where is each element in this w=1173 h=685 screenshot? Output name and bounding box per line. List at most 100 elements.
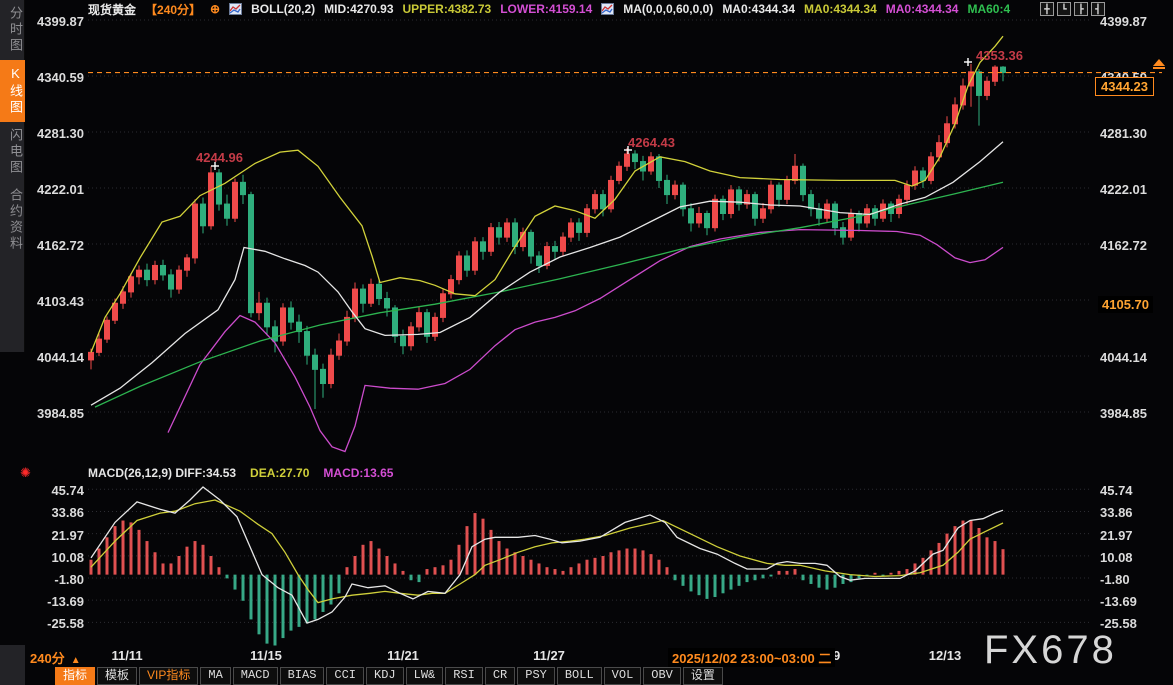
toolbar-button-RSI[interactable]: RSI bbox=[445, 667, 483, 685]
y-axis-label: 3984.85 bbox=[1100, 406, 1170, 422]
scale-right-axis-icon[interactable]: ┣ bbox=[1074, 2, 1088, 16]
main-candlestick-chart[interactable]: 4244.96 4264.43 4353.36 bbox=[88, 18, 1173, 462]
toolbar-button-PSY[interactable]: PSY bbox=[517, 667, 555, 685]
scale-left-axis-icon[interactable]: ┗ bbox=[1057, 2, 1071, 16]
y-axis-label: 4340.59 bbox=[30, 70, 84, 86]
y-axis-label: 45.74 bbox=[1100, 483, 1170, 499]
y-axis-label: 4044.14 bbox=[30, 350, 84, 366]
y-axis-label: 21.97 bbox=[1100, 528, 1170, 544]
toolbar-button-BOLL[interactable]: BOLL bbox=[557, 667, 602, 685]
date-tick-label: 11/21 bbox=[387, 648, 419, 663]
toolbar-button-指标[interactable]: 指标 bbox=[55, 667, 95, 685]
indicator-value-label: MID:4270.93 bbox=[324, 2, 393, 16]
candles bbox=[89, 64, 1006, 409]
toolbar-button-VIP指标[interactable]: VIP指标 bbox=[139, 667, 198, 685]
macd-value-label: MACD:13.65 bbox=[323, 466, 393, 482]
toolbar-button-BIAS[interactable]: BIAS bbox=[280, 667, 325, 685]
y-axis-label: 4044.14 bbox=[1100, 350, 1170, 366]
indicator-value-label: BOLL(20,2) bbox=[251, 2, 315, 16]
y-axis-label: 4162.72 bbox=[1100, 238, 1170, 254]
toolbar-button-CCI[interactable]: CCI bbox=[326, 667, 364, 685]
toolbar-button-KDJ[interactable]: KDJ bbox=[366, 667, 404, 685]
sidebar-item-3[interactable]: 合约资料 bbox=[0, 182, 25, 258]
add-circle-icon[interactable]: ⊕ bbox=[210, 2, 220, 16]
y-axis-label: 21.97 bbox=[30, 528, 84, 544]
toolbar-button-模板[interactable]: 模板 bbox=[97, 667, 137, 685]
y-axis-label: -25.58 bbox=[30, 616, 84, 632]
scroll-to-latest-icon[interactable] bbox=[1152, 59, 1166, 69]
y-axis-label: -1.80 bbox=[30, 572, 84, 588]
indicator-value-label: MA0:4344.34 bbox=[722, 2, 795, 16]
indicator-value-label: MA0:4344.34 bbox=[886, 2, 959, 16]
live-indicator-icon: ✺ bbox=[20, 465, 31, 481]
date-tick-label: 11/27 bbox=[533, 648, 565, 663]
y-axis-label: -13.69 bbox=[1100, 594, 1170, 610]
toolbar-button-MACD[interactable]: MACD bbox=[233, 667, 278, 685]
window-controls: ╋┗┣┫ bbox=[1040, 2, 1105, 16]
indicator-value-label: MA60:4 bbox=[967, 2, 1010, 16]
macd-line bbox=[91, 500, 1003, 603]
up-triangle-icon bbox=[1153, 59, 1165, 66]
y-axis-label: -13.69 bbox=[30, 594, 84, 610]
y-axis-label: 33.86 bbox=[1100, 505, 1170, 521]
boll-chart-icon[interactable] bbox=[229, 3, 242, 15]
y-axis-label: -1.80 bbox=[1100, 572, 1170, 588]
y-axis-label: 4281.30 bbox=[1100, 126, 1170, 142]
price-marker-label: 4105.70 bbox=[1098, 296, 1153, 313]
macd-indicator-labels: MACD(26,12,9) DIFF:34.53 DEA:27.70 MACD:13… bbox=[88, 466, 393, 482]
indicator-value-label: MA(0,0,0,60,0,0) bbox=[623, 2, 713, 16]
ma-chart-icon[interactable] bbox=[601, 3, 614, 15]
crosshair-tooltip: 2025/12/02 23:00~03:00 二 bbox=[668, 648, 835, 667]
triangle-base bbox=[1153, 67, 1165, 69]
y-axis-label: 10.08 bbox=[30, 550, 84, 566]
macd-value-label: DEA:27.70 bbox=[250, 466, 309, 482]
y-axis-label: 45.74 bbox=[30, 483, 84, 499]
y-axis-label: 33.86 bbox=[30, 505, 84, 521]
indicator-value-label: UPPER:4382.73 bbox=[403, 2, 492, 16]
peak-annotations: 4244.96 4264.43 4353.36 bbox=[196, 48, 1023, 170]
y-axis-label: 4399.87 bbox=[1100, 14, 1170, 30]
toolbar-button-MA[interactable]: MA bbox=[200, 667, 230, 685]
sidebar: 分时图K线图闪电图合约资料 bbox=[0, 0, 25, 352]
y-axis-label: 4222.01 bbox=[1100, 182, 1170, 198]
peak-price-label: 4353.36 bbox=[976, 48, 1023, 63]
indicator-topbar: 现货黄金【240分】 ⊕ BOLL(20,2) MID:4270.93 UPPER:43… bbox=[88, 0, 1010, 18]
y-axis-label: 4399.87 bbox=[30, 14, 84, 30]
y-axis-label: 4222.01 bbox=[30, 182, 84, 198]
current-price-box: 4344.23 bbox=[1095, 77, 1154, 96]
sidebar-item-2[interactable]: 闪电图 bbox=[0, 122, 25, 182]
indicator-toolbar: 指标模板VIP指标MAMACDBIASCCIKDJLW&RSICRPSYBOLL… bbox=[55, 667, 723, 685]
indicator-value-label: 【240分】 bbox=[145, 1, 201, 18]
toolbar-button-VOL[interactable]: VOL bbox=[604, 667, 642, 685]
toolbar-button-CR[interactable]: CR bbox=[485, 667, 515, 685]
peak-price-label: 4244.96 bbox=[196, 150, 243, 165]
date-tick-label: 12/13 bbox=[929, 648, 962, 663]
indicator-value-label: LOWER:4159.14 bbox=[500, 2, 592, 16]
toolbar-button-设置[interactable]: 设置 bbox=[683, 667, 723, 685]
y-axis-label: 4103.43 bbox=[30, 294, 84, 310]
dropdown-arrow-icon: ▲ bbox=[71, 655, 81, 666]
pan-crosshair-icon[interactable]: ╋ bbox=[1040, 2, 1054, 16]
period-selector[interactable]: 240分 ▲ bbox=[30, 648, 81, 667]
macd-value-label: MACD(26,12,9) DIFF:34.53 bbox=[88, 466, 236, 482]
y-axis-label: 4162.72 bbox=[30, 238, 84, 254]
sidebar-item-0[interactable]: 分时图 bbox=[0, 0, 25, 60]
toolbar-button-OBV[interactable]: OBV bbox=[643, 667, 681, 685]
toolbar-button-LW&[interactable]: LW& bbox=[406, 667, 444, 685]
y-axis-label: 3984.85 bbox=[30, 406, 84, 422]
macd-line bbox=[91, 487, 1003, 623]
date-tick-label: 11/15 bbox=[250, 648, 282, 663]
date-tick-label: 11/11 bbox=[111, 648, 142, 663]
period-label: 240分 bbox=[30, 651, 65, 666]
sidebar-item-1[interactable]: K线图 bbox=[0, 60, 25, 122]
y-axis-label: 4281.30 bbox=[30, 126, 84, 142]
indicator-value-label: MA0:4344.34 bbox=[804, 2, 877, 16]
macd-chart[interactable] bbox=[88, 485, 1092, 648]
trading-chart-app: 分时图K线图闪电图合约资料 现货黄金【240分】 ⊕ BOLL(20,2) MID:4… bbox=[0, 0, 1173, 685]
macd-histogram bbox=[91, 513, 1003, 645]
y-axis-label: 10.08 bbox=[1100, 550, 1170, 566]
indicator-value-label: 现货黄金 bbox=[88, 1, 136, 18]
watermark: FX678 bbox=[984, 628, 1117, 673]
macd-gridlines bbox=[88, 489, 1092, 622]
peak-price-label: 4264.43 bbox=[628, 135, 675, 150]
